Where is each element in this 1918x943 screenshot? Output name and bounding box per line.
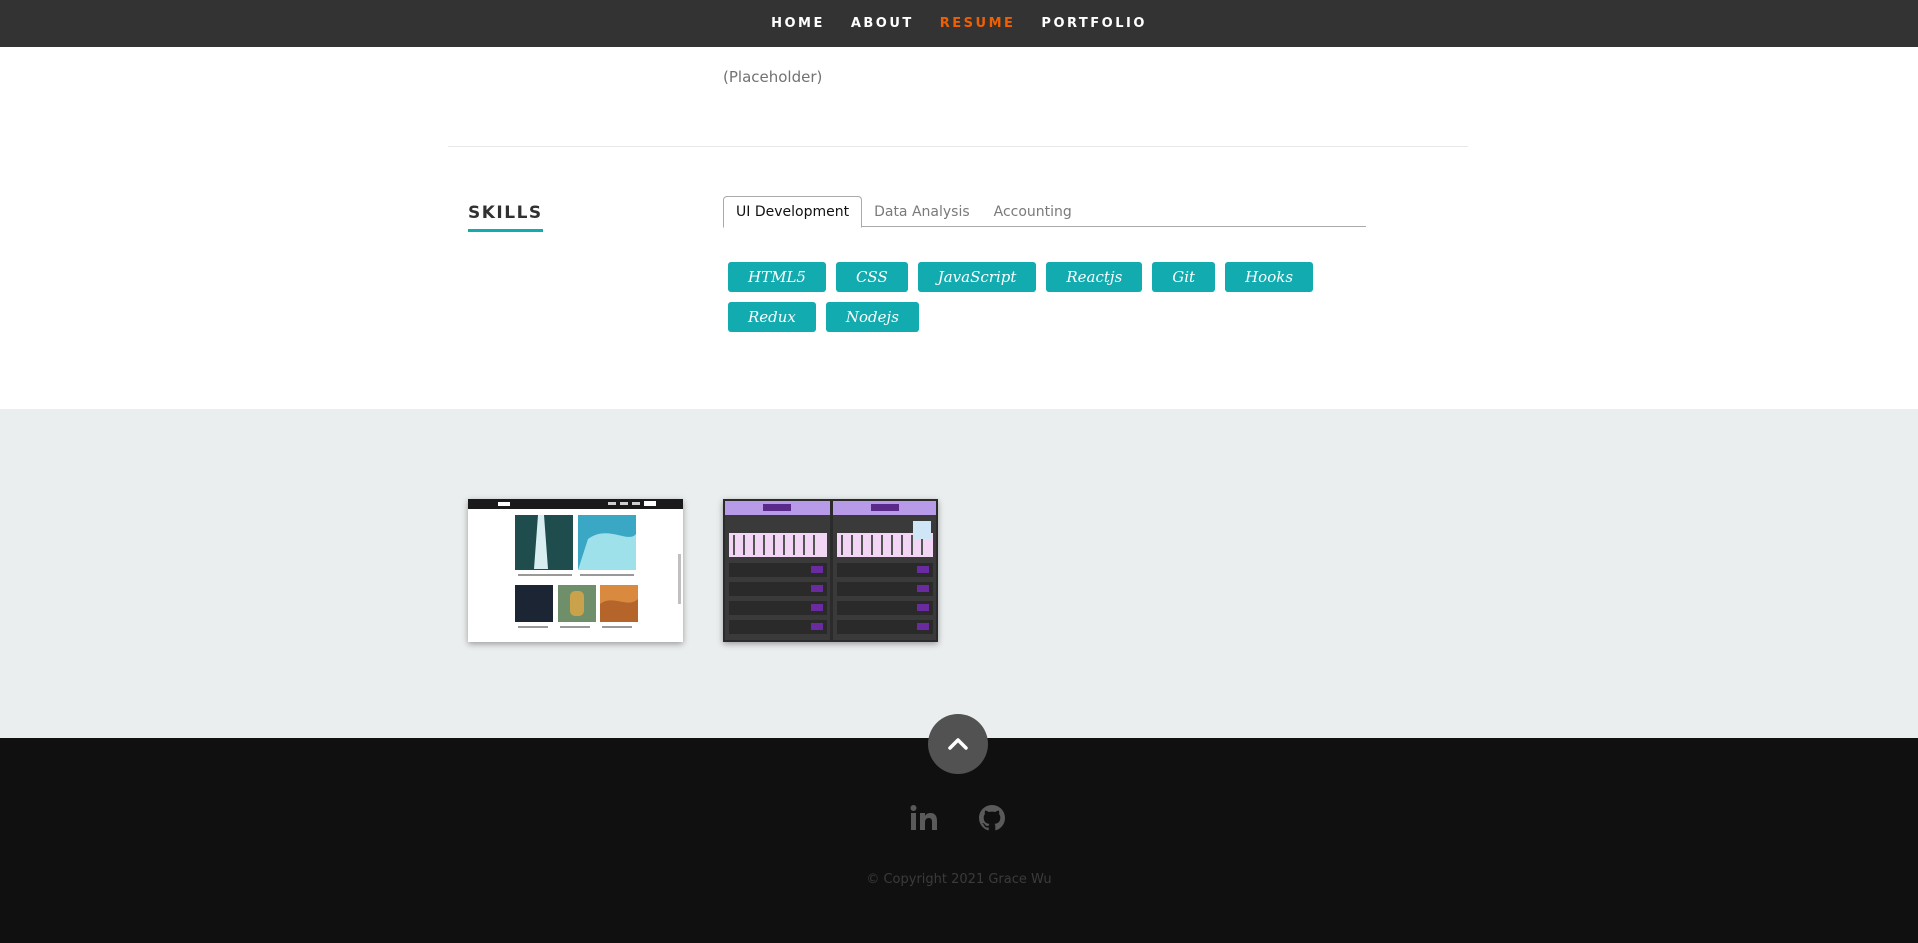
portfolio-section xyxy=(0,409,1918,738)
linkedin-link[interactable] xyxy=(909,803,939,833)
copyright-text: © Copyright 2021 Grace Wu xyxy=(866,872,1052,887)
placeholder-text: (Placeholder) xyxy=(723,68,823,86)
skill-chip: Reactjs xyxy=(1046,262,1143,292)
skill-chip-list: HTML5 CSS JavaScript Reactjs Git Hooks R… xyxy=(728,262,1368,332)
tab-ui-development[interactable]: UI Development xyxy=(723,196,863,228)
nav-resume-link[interactable]: RESUME xyxy=(940,16,1016,31)
portfolio-project-1-thumbnail[interactable] xyxy=(468,499,683,642)
nav-portfolio-link[interactable]: PORTFOLIO xyxy=(1041,16,1146,31)
github-link[interactable] xyxy=(977,803,1007,833)
tab-data-analysis[interactable]: Data Analysis xyxy=(862,196,982,227)
portfolio-project-2-thumbnail[interactable] xyxy=(723,499,938,642)
skill-chip: CSS xyxy=(835,262,908,292)
github-icon xyxy=(979,805,1005,831)
top-nav: HOME ABOUT RESUME PORTFOLIO xyxy=(0,0,1918,47)
nav-about-link[interactable]: ABOUT xyxy=(851,16,914,31)
tab-accounting[interactable]: Accounting xyxy=(982,196,1084,227)
skill-chip: Git xyxy=(1152,262,1216,292)
skill-chip: Nodejs xyxy=(825,302,919,332)
skill-chip: Redux xyxy=(728,302,816,332)
section-divider xyxy=(448,146,1468,147)
scroll-to-top-button[interactable] xyxy=(928,714,988,774)
gallery-screenshot-icon xyxy=(468,499,683,642)
nav-home-link[interactable]: HOME xyxy=(771,16,825,31)
skill-chip: JavaScript xyxy=(917,262,1037,292)
skill-chip: Hooks xyxy=(1225,262,1314,292)
skills-tabs: UI Development Data Analysis Accounting xyxy=(723,196,1366,228)
app-screenshot-icon xyxy=(723,499,938,642)
chevron-up-icon xyxy=(948,738,968,750)
skills-heading: SKILLS xyxy=(468,203,543,232)
linkedin-icon xyxy=(910,805,937,830)
skill-chip: HTML5 xyxy=(728,262,826,292)
